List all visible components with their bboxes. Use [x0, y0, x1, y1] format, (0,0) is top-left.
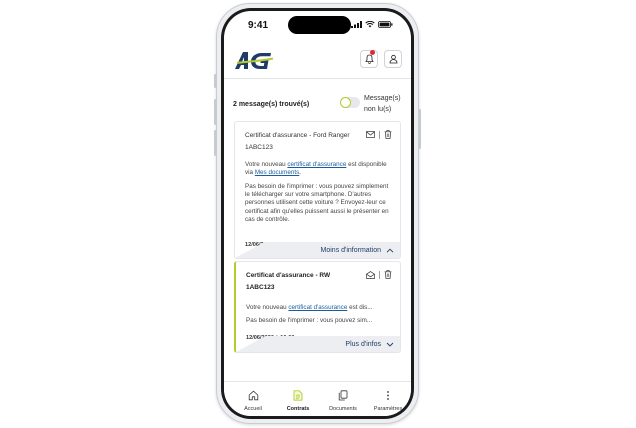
status-bar: 9:41 [224, 11, 411, 41]
bell-icon [364, 54, 374, 64]
trash-icon[interactable] [384, 270, 392, 279]
app-header [224, 41, 411, 79]
phone-volume-down-button [214, 130, 217, 156]
notifications-button[interactable] [360, 50, 378, 68]
my-documents-link[interactable]: Mes documents [255, 169, 299, 176]
nav-label-documents: Documents [329, 406, 357, 412]
message-body-text: Votre nouveau [245, 161, 288, 168]
phone-side-button [214, 74, 217, 88]
ag-logo[interactable] [234, 49, 274, 76]
wifi-icon [365, 21, 375, 28]
dynamic-island [288, 16, 351, 34]
messages-count: 2 message(s) trouvé(s) [233, 101, 310, 108]
message-card[interactable]: Certificat d'assurance - RW 1ABC123 Votr… [234, 261, 401, 353]
certificate-link[interactable]: certificat d'assurance [288, 304, 347, 311]
nav-label-home: Accueil [244, 406, 262, 412]
home-icon [248, 390, 258, 401]
certificate-link[interactable]: certificat d'assurance [287, 161, 346, 168]
status-icons [351, 21, 393, 28]
message-title: Certificat d'assurance - RW 1ABC123 [246, 272, 331, 291]
message-body-text: est dis... [347, 304, 373, 311]
notification-badge [370, 50, 375, 55]
documents-icon [338, 390, 348, 401]
less-info-label: Moins d'information [320, 246, 381, 254]
app-screen: 9:41 2 message(s) trouvé(s) Message(s) n… [224, 11, 411, 416]
nav-item-home[interactable]: Accueil [230, 390, 276, 412]
action-divider [379, 270, 380, 279]
chevron-down-icon [386, 342, 394, 347]
message-body-paragraph: Pas besoin de l'imprimer : vous pouvez s… [246, 317, 373, 324]
battery-icon [378, 21, 393, 28]
phone-volume-up-button [214, 99, 217, 125]
message-body-text: Votre nouveau [246, 304, 289, 311]
bottom-nav: Accueil Contrats Documents Paramètres [224, 381, 411, 416]
message-body-paragraph: Pas besoin de l'imprimer : vous pouvez s… [245, 183, 389, 223]
unread-toggle-label: Message(s) non lu(s) [364, 95, 401, 113]
more-info-label: Plus d'infos [345, 340, 381, 348]
signal-icon [351, 21, 362, 28]
nav-item-settings[interactable]: Paramètres [365, 390, 411, 412]
status-time: 9:41 [248, 20, 269, 31]
contract-icon [293, 390, 303, 401]
unread-toggle-knob [340, 97, 351, 108]
trash-icon[interactable] [384, 130, 392, 139]
message-body: Votre nouveau certificat d'assurance est… [246, 304, 390, 312]
message-actions [366, 130, 392, 139]
message-body: Votre nouveau certificat d'assurance est… [245, 161, 390, 177]
more-vertical-icon [387, 391, 389, 400]
envelope-icon[interactable] [366, 270, 375, 279]
message-body-text: . [299, 169, 302, 177]
nav-item-documents[interactable]: Documents [320, 390, 366, 412]
unread-toggle[interactable] [340, 97, 360, 108]
action-divider [379, 130, 380, 139]
message-card[interactable]: Certificat d'assurance - Ford Ranger 1AB… [234, 121, 401, 259]
phone-frame: 9:41 2 message(s) trouvé(s) Message(s) n… [214, 3, 421, 424]
message-actions [366, 270, 392, 279]
phone-power-button [418, 109, 421, 149]
profile-button[interactable] [384, 50, 402, 68]
nav-item-contracts[interactable]: Contrats [275, 390, 321, 412]
nav-label-settings: Paramètres [373, 406, 403, 412]
message-title: Certificat d'assurance - Ford Ranger 1AB… [245, 132, 350, 151]
envelope-open-icon[interactable] [366, 131, 375, 138]
chevron-up-icon [386, 248, 394, 253]
phone-bezel: 9:41 2 message(s) trouvé(s) Message(s) n… [221, 8, 414, 419]
user-icon [389, 54, 397, 64]
nav-label-contracts: Contrats [286, 406, 310, 412]
